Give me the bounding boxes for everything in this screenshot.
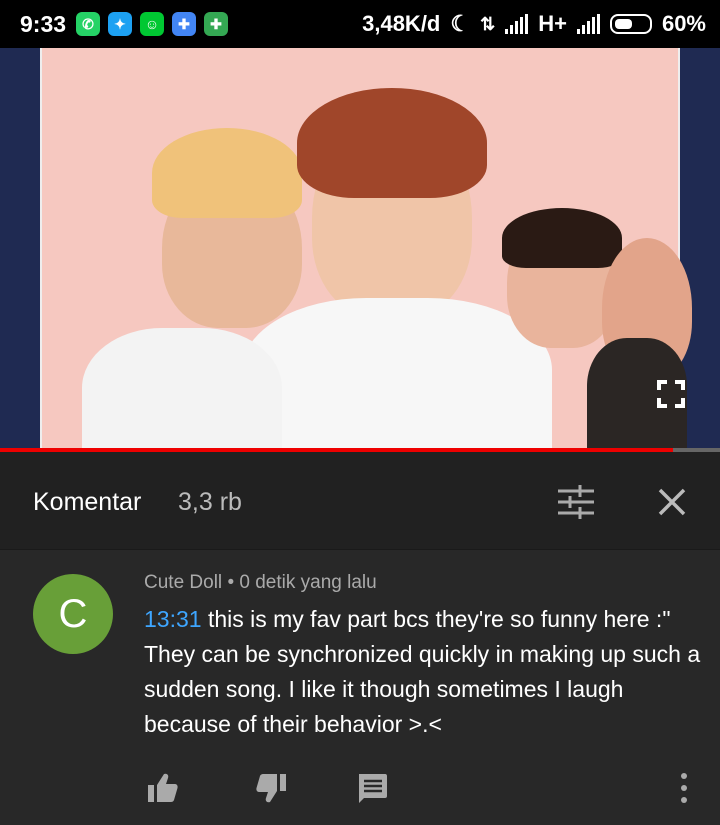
comment-meta: Cute Doll • 0 detik yang lalu bbox=[144, 572, 377, 594]
status-bar: 9:33 ✆ ✦ ☺ ✚ ✚ 3,48K/d ☾ ⇅ H+ 60% bbox=[0, 0, 720, 48]
battery-icon bbox=[609, 14, 652, 34]
avatar[interactable]: C bbox=[33, 574, 113, 654]
status-time: 9:33 bbox=[20, 11, 67, 37]
network-speed: 3,48K/d bbox=[362, 11, 441, 36]
moon-icon: ☾ bbox=[450, 11, 471, 36]
comments-title: Komentar bbox=[33, 488, 142, 516]
play-games-icon: ✚ bbox=[172, 12, 196, 36]
whatsapp-icon: ✆ bbox=[76, 12, 100, 36]
comment-text: 13:31 this is my fav part bcs they're so… bbox=[144, 602, 704, 742]
more-options-icon[interactable] bbox=[664, 768, 704, 808]
comment-time: 0 detik yang lalu bbox=[239, 572, 377, 593]
thumbs-down-icon[interactable] bbox=[252, 768, 292, 808]
battery-percent: 60% bbox=[661, 11, 706, 36]
data-transfer-icon: ⇅ bbox=[480, 13, 496, 34]
signal-icon bbox=[505, 14, 529, 34]
notification-icons: ✆ ✦ ☺ ✚ ✚ bbox=[76, 12, 228, 36]
sort-filter-icon[interactable] bbox=[556, 482, 596, 522]
comment-actions bbox=[0, 768, 720, 808]
video-figure bbox=[502, 208, 622, 268]
avatar-letter: C bbox=[58, 591, 88, 636]
video-figure bbox=[297, 88, 487, 198]
webtoon-icon: ☺ bbox=[140, 12, 164, 36]
close-icon[interactable] bbox=[652, 482, 692, 522]
video-player[interactable] bbox=[0, 48, 720, 450]
twitter-icon: ✦ bbox=[108, 12, 132, 36]
play-games-icon: ✚ bbox=[204, 12, 228, 36]
comment-item: C Cute Doll • 0 detik yang lalu 13:31 th… bbox=[0, 550, 720, 825]
video-figure bbox=[152, 128, 302, 218]
video-figure bbox=[82, 328, 282, 450]
reply-comment-icon[interactable] bbox=[352, 768, 392, 808]
timestamp-link[interactable]: 13:31 bbox=[144, 606, 202, 632]
video-frame bbox=[40, 48, 692, 450]
thumbs-up-icon[interactable] bbox=[142, 768, 182, 808]
fullscreen-icon[interactable] bbox=[655, 378, 687, 410]
signal-icon bbox=[576, 14, 600, 34]
comment-body: this is my fav part bcs they're so funny… bbox=[144, 606, 701, 737]
meta-separator: • bbox=[227, 572, 235, 593]
video-figure bbox=[242, 298, 552, 450]
status-right: 3,48K/d ☾ ⇅ H+ 60% bbox=[362, 11, 706, 37]
comments-count: 3,3 rb bbox=[178, 488, 242, 516]
network-type: H+ bbox=[538, 11, 567, 36]
comment-author[interactable]: Cute Doll bbox=[144, 572, 222, 593]
comments-header: Komentar 3,3 rb bbox=[0, 452, 720, 550]
